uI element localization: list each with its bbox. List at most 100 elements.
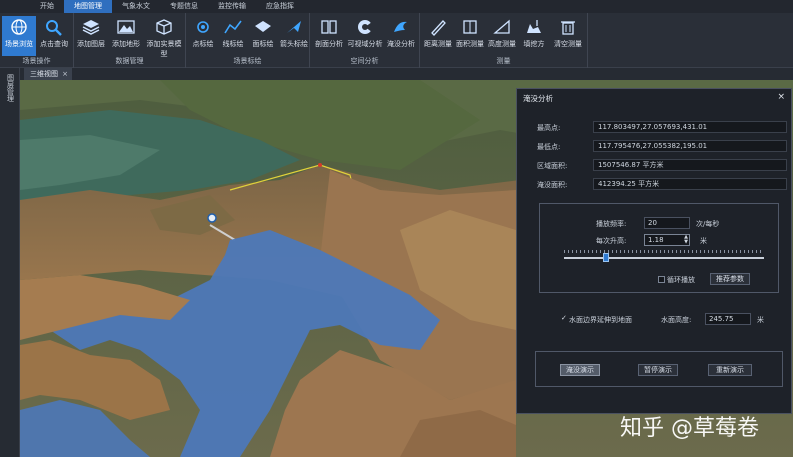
search-icon	[46, 20, 62, 36]
cube-icon	[156, 19, 172, 35]
add-layer-button[interactable]: 添加图层	[74, 16, 108, 56]
group-label-scene: 场景操作	[22, 57, 51, 65]
terrain-icon	[117, 20, 135, 34]
playback-rate-label: 播放频率:	[596, 220, 627, 228]
viewshed-analysis-button[interactable]: 可视域分析	[346, 16, 384, 56]
profile-analysis-label: 剖面分析	[315, 40, 343, 48]
clear-measure-label: 清空测量	[554, 40, 582, 48]
add-layer-label: 添加图层	[77, 40, 105, 48]
ribbon-group-scene: 场景浏览 点击查询 场景操作	[0, 13, 74, 68]
watermark: 知乎 @草莓卷	[620, 416, 759, 441]
menu-hydrology[interactable]: 气象水文	[112, 0, 160, 13]
click-query-label: 点击查询	[40, 40, 68, 48]
playback-settings-box: 播放频率: 20 次/每秒 每次升高: 1.18 ▲ ▼ 米 循环播放 推荐参数	[539, 203, 779, 293]
polygon-plot-label: 面标绘	[252, 40, 274, 48]
flood-analysis-panel: 淹没分析 × 最高点: 117.803497,27.057693,431.01 …	[516, 88, 792, 414]
scene-browse-label: 场景浏览	[5, 40, 33, 48]
field-lowest-point: 最低点: 117.795476,27.055382,195.01	[523, 140, 787, 153]
recommend-params-button[interactable]: 推荐参数	[710, 273, 750, 285]
add-terrain-button[interactable]: 添加地形	[109, 16, 143, 56]
pause-demo-button[interactable]: 暂停演示	[638, 364, 678, 376]
slider-track	[564, 257, 764, 259]
rise-unit: 米	[700, 237, 707, 245]
ribbon-group-data: 添加图层 添加地形 添加实景模型 数据管理	[74, 13, 186, 68]
panel-close-icon[interactable]: ×	[777, 92, 785, 102]
height-measure-button[interactable]: 高度测量	[486, 16, 518, 56]
extend-checkbox[interactable]: ✓	[561, 315, 568, 322]
ruler-icon	[431, 20, 446, 36]
panel-title: 淹没分析	[523, 94, 553, 103]
rise-stepper[interactable]: ▲ ▼	[683, 235, 689, 245]
flood-analysis-label: 淹没分析	[387, 40, 415, 48]
flood-area-value[interactable]: 412394.25 平方米	[593, 178, 787, 190]
flood-area-label: 淹没面积:	[537, 181, 568, 189]
menu-emergency[interactable]: 应急指挥	[256, 0, 304, 13]
ribbon: 场景浏览 点击查询 场景操作 添加图层 添加地形 添加实景模型 数据管理 点标绘	[0, 13, 793, 68]
region-area-value[interactable]: 1507546.87 平方米	[593, 159, 787, 171]
tab-3d-view[interactable]: 三维视图 ×	[24, 68, 72, 80]
trash-icon	[561, 21, 575, 35]
line-plot-label: 线标绘	[222, 40, 244, 48]
highest-point-value[interactable]: 117.803497,27.057693,431.01	[593, 121, 787, 133]
rise-label: 每次升高:	[596, 237, 627, 245]
extend-label: 水面边界延伸到地面	[569, 316, 632, 324]
point-plot-label: 点标绘	[192, 40, 214, 48]
add-terrain-label: 添加地形	[112, 40, 140, 48]
point-plot-button[interactable]: 点标绘	[188, 16, 218, 56]
ribbon-group-plot: 点标绘 线标绘 面标绘 箭头标绘 场景标绘	[186, 13, 310, 68]
lowest-point-value[interactable]: 117.795476,27.055382,195.01	[593, 140, 787, 152]
lowest-point-label: 最低点:	[537, 143, 561, 151]
polygon-plot-button[interactable]: 面标绘	[248, 16, 278, 56]
height-icon	[493, 19, 510, 34]
playback-rate-input[interactable]: 20	[644, 217, 690, 229]
area-icon	[463, 20, 477, 34]
menu-thematic[interactable]: 专题信息	[160, 0, 208, 13]
group-label-plot: 场景标绘	[233, 57, 262, 65]
flood-analysis-button[interactable]: 淹没分析	[384, 16, 418, 56]
restart-demo-button[interactable]: 重新演示	[708, 364, 752, 376]
slider-thumb[interactable]	[602, 253, 609, 262]
highest-point-label: 最高点:	[537, 124, 561, 132]
ribbon-group-analysis: 剖面分析 可视域分析 淹没分析 空间分析	[310, 13, 420, 68]
height-measure-label: 高度测量	[488, 40, 516, 48]
cutfill-icon	[527, 20, 541, 33]
water-height-unit: 米	[757, 316, 764, 324]
water-height-input[interactable]: 245.75	[705, 313, 751, 325]
arrow-plot-button[interactable]: 箭头标绘	[278, 16, 310, 56]
document-tabs: 三维视图 ×	[20, 68, 793, 80]
close-icon[interactable]: ×	[62, 68, 68, 80]
flood-icon	[394, 21, 407, 32]
distance-measure-button[interactable]: 距离测量	[422, 16, 454, 56]
profile-icon	[321, 20, 337, 34]
field-flood-area: 淹没面积: 412394.25 平方米	[523, 178, 787, 191]
loop-label: 循环播放	[667, 276, 695, 284]
menu-monitor[interactable]: 监控传输	[208, 0, 256, 13]
arrow-plot-label: 箭头标绘	[280, 40, 308, 48]
scene-browse-button[interactable]: 场景浏览	[2, 16, 36, 56]
clear-measure-button[interactable]: 清空测量	[550, 16, 586, 56]
menu-map-management[interactable]: 地图管理	[64, 0, 112, 13]
layer-manager-tab[interactable]: 图层管理	[4, 74, 16, 102]
arrow-icon	[287, 21, 301, 33]
viewshed-analysis-label: 可视域分析	[347, 40, 383, 48]
globe-icon	[11, 19, 27, 35]
click-query-button[interactable]: 点击查询	[37, 16, 71, 56]
water-height-label: 水面高度:	[661, 316, 692, 324]
cut-fill-button[interactable]: 填挖方	[518, 16, 550, 56]
height-slider[interactable]	[564, 250, 764, 264]
field-highest-point: 最高点: 117.803497,27.057693,431.01	[523, 121, 787, 134]
layers-icon	[82, 20, 100, 35]
flood-demo-button[interactable]: 淹没演示	[560, 364, 600, 376]
field-region-area: 区域面积: 1507546.87 平方米	[523, 159, 787, 172]
loop-checkbox[interactable]	[658, 276, 665, 283]
area-measure-button[interactable]: 面积测量	[454, 16, 486, 56]
profile-analysis-button[interactable]: 剖面分析	[312, 16, 346, 56]
region-area-label: 区域面积:	[537, 162, 568, 170]
add-model-button[interactable]: 添加实景模型	[144, 16, 184, 58]
demo-actions-box: 淹没演示 暂停演示 重新演示	[535, 351, 783, 387]
cut-fill-label: 填挖方	[523, 40, 545, 48]
slider-ticks	[564, 250, 764, 253]
playback-rate-unit: 次/每秒	[696, 220, 720, 228]
line-plot-button[interactable]: 线标绘	[218, 16, 248, 56]
menu-start[interactable]: 开始	[30, 0, 64, 13]
